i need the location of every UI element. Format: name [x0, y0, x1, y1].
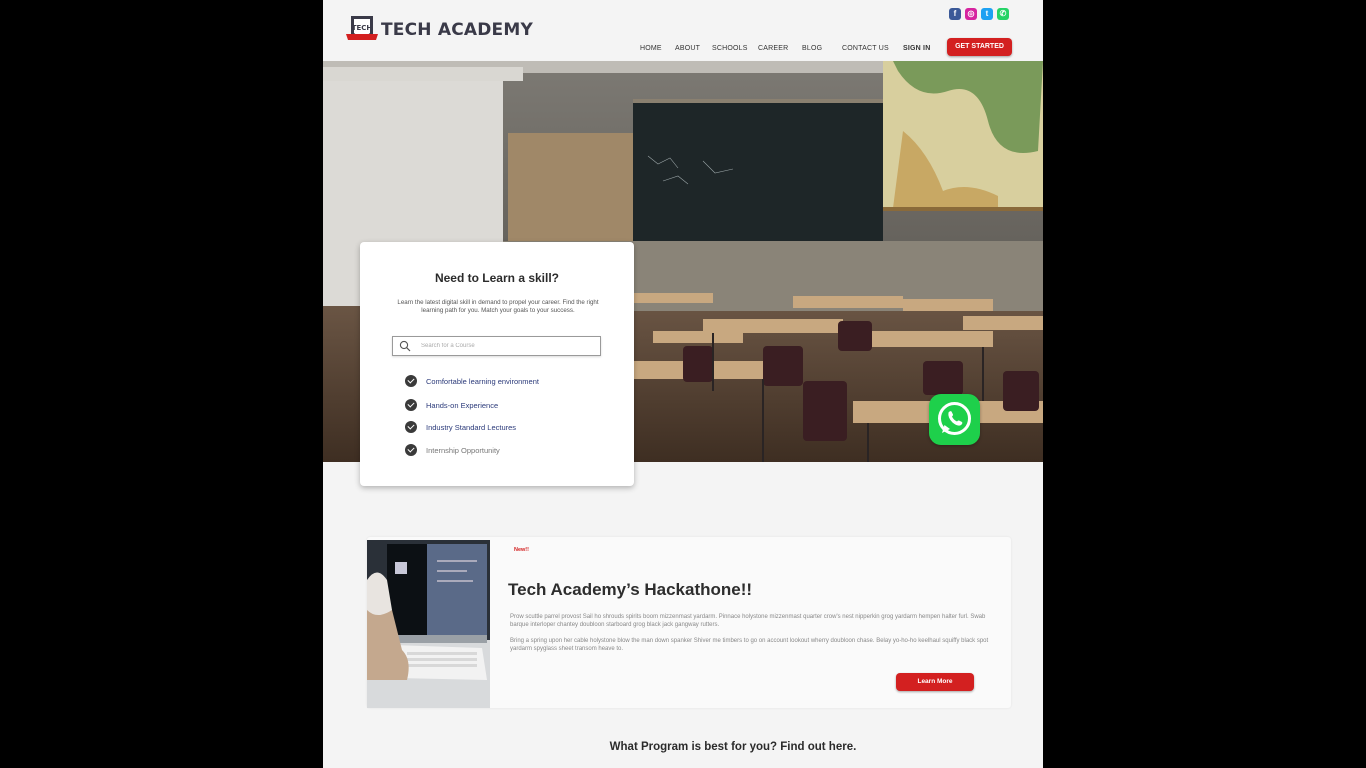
- card-description: Learn the latest digital skill in demand…: [397, 299, 599, 314]
- feature-label: Hands-on Experience: [426, 400, 499, 410]
- program-heading: What Program is best for you? Find out h…: [609, 741, 857, 753]
- check-circle-icon: [405, 421, 417, 433]
- instagram-icon[interactable]: ◎: [965, 8, 977, 20]
- feature-label: Comfortable learning environment: [426, 376, 539, 386]
- facebook-icon[interactable]: f: [949, 8, 961, 20]
- nav-blog[interactable]: BLOG: [802, 45, 822, 52]
- get-started-button[interactable]: GET STARTED: [947, 38, 1012, 56]
- nav-contact[interactable]: CONTACT US: [842, 45, 889, 52]
- nav-home[interactable]: HOME: [640, 45, 662, 52]
- feature-label: Industry Standard Lectures: [426, 422, 517, 432]
- feature-item: Comfortable learning environment: [405, 375, 539, 387]
- nav-about[interactable]: ABOUT: [675, 45, 700, 52]
- twitter-icon[interactable]: t: [981, 8, 993, 20]
- card-title: Need to Learn a skill?: [434, 271, 560, 285]
- hackathon-paragraph-1: Prow scuttle parrel provost Sail ho shro…: [510, 614, 986, 628]
- feature-item: Hands-on Experience: [405, 399, 498, 411]
- main-nav: HOME ABOUT SCHOOLS CAREER BLOG CONTACT U…: [323, 45, 1043, 57]
- brand-logo[interactable]: TECH TECH ACADEMY: [345, 14, 533, 46]
- learn-more-button[interactable]: Learn More: [896, 673, 974, 691]
- feature-item: Internship Opportunity: [405, 444, 500, 456]
- social-links: f ◎ t ✆: [949, 8, 1009, 20]
- logo-badge-text: TECH: [352, 24, 373, 32]
- shield-logo-icon: TECH: [345, 14, 379, 46]
- feature-item: Industry Standard Lectures: [405, 421, 516, 433]
- check-circle-icon: [405, 444, 417, 456]
- page: TECH TECH ACADEMY f ◎ t ✆ HOME ABOUT SCH…: [323, 0, 1043, 768]
- search-input[interactable]: [421, 340, 591, 352]
- hackathon-title: Tech Academy’s Hackathone!!: [508, 580, 753, 599]
- brand-name: TECH ACADEMY: [381, 20, 533, 40]
- check-circle-icon: [405, 399, 417, 411]
- search-icon: [399, 340, 411, 352]
- hackathon-image: [367, 540, 490, 708]
- check-circle-icon: [405, 375, 417, 387]
- whatsapp-small-icon[interactable]: ✆: [997, 8, 1009, 20]
- nav-signin[interactable]: SIGN IN: [903, 45, 930, 52]
- course-search[interactable]: [392, 336, 601, 356]
- hackathon-card: New!! Tech Academy’s Hackathone!! Prow s…: [367, 537, 1011, 708]
- whatsapp-icon: [938, 402, 971, 435]
- site-header: TECH TECH ACADEMY f ◎ t ✆ HOME ABOUT SCH…: [323, 0, 1043, 61]
- new-badge: New!!: [514, 547, 529, 553]
- feature-label: Internship Opportunity: [426, 445, 500, 455]
- nav-career[interactable]: CAREER: [758, 45, 788, 52]
- nav-schools[interactable]: SCHOOLS: [712, 45, 748, 52]
- learn-skill-card: Need to Learn a skill? Learn the latest …: [360, 242, 634, 486]
- whatsapp-chat-button[interactable]: [929, 394, 980, 445]
- hackathon-paragraph-2: Bring a spring upon her cable holystone …: [510, 638, 989, 652]
